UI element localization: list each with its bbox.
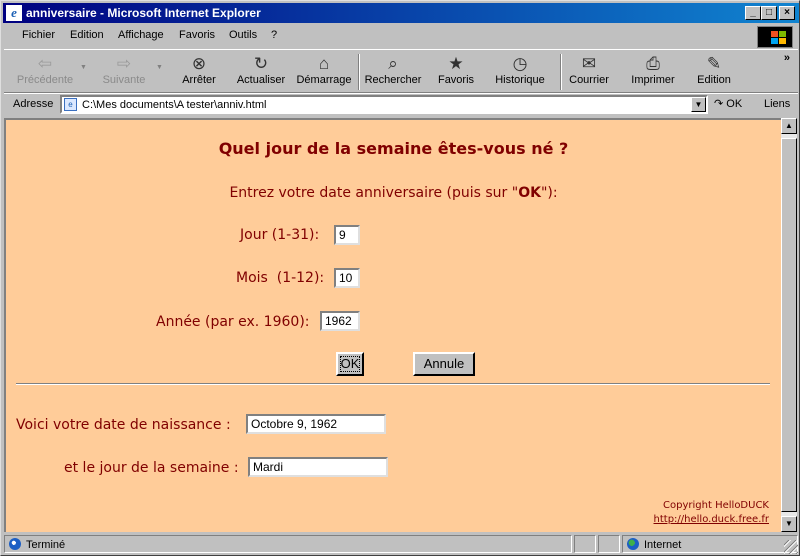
print-button[interactable]: ⎙ Imprimer <box>628 52 678 92</box>
toolbar-separator <box>358 54 360 90</box>
resize-grip[interactable] <box>784 540 798 554</box>
close-button[interactable]: × <box>779 6 795 20</box>
address-input[interactable]: e C:\Mes documents\A tester\anniv.html ▼ <box>60 95 708 114</box>
forward-button[interactable]: ⇨ Suivante <box>96 52 152 92</box>
menu-favoris[interactable]: Favoris <box>179 29 215 41</box>
window-title: anniversaire - Microsoft Internet Explor… <box>26 6 261 20</box>
mail-button[interactable]: ✉ Courrier <box>564 52 614 92</box>
copyright: Copyright HelloDUCK http://hello.duck.fr… <box>654 499 769 527</box>
month-input[interactable]: 10 <box>334 268 360 288</box>
year-input[interactable]: 1962 <box>320 311 360 331</box>
menu-outils[interactable]: Outils <box>229 29 257 41</box>
windows-logo-icon <box>757 26 793 48</box>
status-bar: Terminé Internet <box>4 534 798 554</box>
forward-arrow-icon: ⇨ <box>116 54 132 73</box>
zone-panel: Internet <box>622 535 798 553</box>
print-icon: ⎙ <box>646 54 660 73</box>
day-label: Jour (1-31): <box>240 227 320 243</box>
vertical-scrollbar[interactable]: ▲ ▼ <box>781 118 797 532</box>
favorites-button[interactable]: ★ Favoris <box>432 52 480 92</box>
address-dropdown-icon[interactable]: ▼ <box>691 97 706 112</box>
address-value: C:\Mes documents\A tester\anniv.html <box>82 99 267 111</box>
horizontal-rule <box>16 383 770 385</box>
favorites-icon: ★ <box>448 54 464 73</box>
scroll-up-icon[interactable]: ▲ <box>781 118 797 134</box>
search-button[interactable]: ⌕ Rechercher <box>362 52 424 92</box>
page-heading: Quel jour de la semaine êtes-vous né ? <box>218 139 569 158</box>
status-panel: Terminé <box>4 535 572 553</box>
menu-help[interactable]: ? <box>271 29 277 41</box>
menu-edition[interactable]: Edition <box>70 29 104 41</box>
edit-icon: ✎ <box>706 54 722 73</box>
scroll-down-icon[interactable]: ▼ <box>781 516 797 532</box>
day-input[interactable]: 9 <box>334 225 360 245</box>
address-bar: Adresse e C:\Mes documents\A tester\anni… <box>4 93 798 115</box>
refresh-button[interactable]: ↻ Actualiser <box>234 52 288 92</box>
stop-icon: ⊗ <box>191 54 207 73</box>
home-button[interactable]: ⌂ Démarrage <box>296 52 352 92</box>
globe-icon <box>627 538 639 550</box>
go-arrow-icon: ↷ <box>714 98 724 110</box>
instruction-text: Entrez votre date anniversaire (puis sur… <box>229 185 558 201</box>
toolbar-more-icon[interactable]: » <box>784 52 790 64</box>
menu-affichage[interactable]: Affichage <box>118 29 164 41</box>
result-date-field[interactable]: Octobre 9, 1962 <box>246 414 386 434</box>
minimize-button[interactable]: _ <box>745 6 761 20</box>
result-date-label: Voici votre date de naissance : <box>16 417 231 433</box>
home-icon: ⌂ <box>318 54 330 73</box>
stop-button[interactable]: ⊗ Arrêter <box>176 52 222 92</box>
ok-button[interactable]: OK <box>336 352 364 376</box>
menu-fichier[interactable]: Fichier <box>22 29 55 41</box>
history-icon: ◷ <box>512 54 528 73</box>
refresh-icon: ↻ <box>253 54 269 73</box>
cancel-button[interactable]: Annule <box>413 352 475 376</box>
search-icon: ⌕ <box>388 54 398 73</box>
address-label: Adresse <box>13 98 54 110</box>
browser-window: e anniversaire - Microsoft Internet Expl… <box>0 0 800 556</box>
month-label: Mois (1-12): <box>236 270 325 286</box>
copyright-text: Copyright HelloDUCK <box>663 500 769 511</box>
back-dropdown-icon[interactable]: ▼ <box>80 64 87 71</box>
scroll-thumb[interactable] <box>781 138 797 512</box>
page-content: Quel jour de la semaine êtes-vous né ? E… <box>4 118 781 532</box>
ie-status-icon <box>9 538 21 550</box>
toolbar: ⇦ Précédente ▼ ⇨ Suivante ▼ ⊗ Arrêter ↻ Actu… <box>4 49 798 93</box>
links-button[interactable]: Liens <box>764 98 790 110</box>
back-button[interactable]: ⇦ Précédente <box>14 52 76 92</box>
title-bar[interactable]: e anniversaire - Microsoft Internet Expl… <box>3 3 799 23</box>
menu-bar: Fichier Edition Affichage Favoris Outils… <box>4 25 798 47</box>
maximize-button[interactable]: □ <box>761 6 777 20</box>
result-day-label: et le jour de la semaine : <box>64 460 239 476</box>
zone-text: Internet <box>644 539 682 551</box>
ie-page-icon: e <box>6 5 22 21</box>
status-text: Terminé <box>26 539 66 551</box>
page-icon: e <box>64 98 77 111</box>
history-button[interactable]: ◷ Historique <box>490 52 550 92</box>
result-day-field[interactable]: Mardi <box>248 457 388 477</box>
mail-icon: ✉ <box>581 54 597 73</box>
status-panel-empty <box>574 535 596 553</box>
back-arrow-icon: ⇦ <box>37 54 53 73</box>
copyright-link[interactable]: http://hello.duck.free.fr <box>654 514 769 525</box>
toolbar-separator <box>560 54 562 90</box>
edit-button[interactable]: ✎ Edition <box>692 52 736 92</box>
go-button[interactable]: ↷ OK <box>714 97 742 110</box>
year-label: Année (par ex. 1960): <box>156 314 310 330</box>
status-panel-empty <box>598 535 620 553</box>
forward-dropdown-icon[interactable]: ▼ <box>156 64 163 71</box>
